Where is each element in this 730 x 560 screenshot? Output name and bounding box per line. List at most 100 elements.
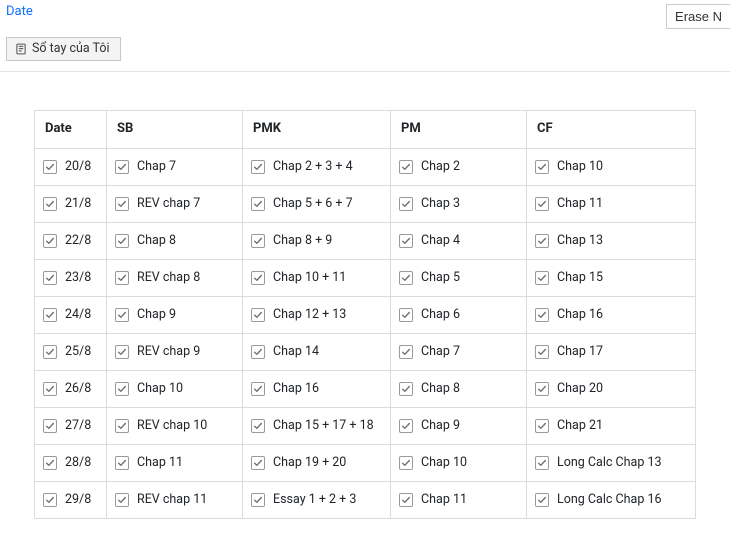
cell-text: Chap 21 — [557, 418, 603, 433]
checkbox-icon[interactable] — [115, 160, 129, 174]
checkbox-icon[interactable] — [251, 308, 265, 322]
checkbox-icon[interactable] — [43, 493, 57, 507]
checkbox-icon[interactable] — [251, 345, 265, 359]
cell-date: 24/8 — [35, 297, 107, 334]
cell-text: Chap 7 — [421, 344, 460, 359]
column-header: PMK — [243, 111, 391, 149]
checkbox-icon[interactable] — [251, 493, 265, 507]
checkbox-icon[interactable] — [43, 271, 57, 285]
cell-text: REV chap 7 — [137, 196, 200, 211]
checkbox-icon[interactable] — [399, 234, 413, 248]
cell-sb: REV chap 9 — [107, 334, 243, 371]
cell-text: Chap 11 — [557, 196, 603, 211]
cell-date: 25/8 — [35, 334, 107, 371]
cell-pmk: Chap 10 + 11 — [243, 260, 391, 297]
cell-text: Chap 10 — [421, 455, 467, 470]
cell-pmk: Chap 2 + 3 + 4 — [243, 149, 391, 186]
checkbox-icon[interactable] — [399, 271, 413, 285]
cell-date: 27/8 — [35, 408, 107, 445]
cell-text: Chap 12 + 13 — [273, 307, 346, 322]
checkbox-icon[interactable] — [115, 382, 129, 396]
checkbox-icon[interactable] — [115, 419, 129, 433]
checkbox-icon[interactable] — [399, 308, 413, 322]
cell-date: 26/8 — [35, 371, 107, 408]
checkbox-icon[interactable] — [535, 382, 549, 396]
checkbox-icon[interactable] — [115, 493, 129, 507]
checkbox-icon[interactable] — [115, 308, 129, 322]
cell-text: Chap 15 — [557, 270, 603, 285]
cell-sb: REV chap 8 — [107, 260, 243, 297]
cell-text: Chap 17 — [557, 344, 603, 359]
checkbox-icon[interactable] — [115, 197, 129, 211]
cell-pm: Chap 2 — [391, 149, 527, 186]
cell-text: Chap 16 — [273, 381, 319, 396]
checkbox-icon[interactable] — [399, 456, 413, 470]
cell-cf: Chap 17 — [527, 334, 696, 371]
checkbox-icon[interactable] — [399, 419, 413, 433]
my-notebook-tab[interactable]: Sổ tay của Tôi — [6, 37, 121, 61]
checkbox-icon[interactable] — [43, 308, 57, 322]
checkbox-icon[interactable] — [251, 271, 265, 285]
table-row: 28/8 Chap 11 Chap 19 + 20 Chap 10 Long Calc … — [35, 445, 696, 482]
checkbox-icon[interactable] — [535, 308, 549, 322]
cell-sb: REV chap 7 — [107, 186, 243, 223]
checkbox-icon[interactable] — [399, 197, 413, 211]
checkbox-icon[interactable] — [43, 345, 57, 359]
checkbox-icon[interactable] — [399, 382, 413, 396]
checkbox-icon[interactable] — [535, 493, 549, 507]
checkbox-icon[interactable] — [251, 419, 265, 433]
cell-text: Chap 10 — [557, 159, 603, 174]
cell-text: Chap 13 — [557, 233, 603, 248]
checkbox-icon[interactable] — [399, 493, 413, 507]
cell-pm: Chap 6 — [391, 297, 527, 334]
checkbox-icon[interactable] — [43, 419, 57, 433]
cell-text: Chap 5 + 6 + 7 — [273, 196, 353, 211]
cell-text: Chap 8 + 9 — [273, 233, 332, 248]
table-row: 20/8Chap 7Chap 2 + 3 + 4Chap 2Chap 10 — [35, 149, 696, 186]
date-link[interactable]: Date — [6, 4, 33, 19]
checkbox-icon[interactable] — [535, 197, 549, 211]
cell-text: Chap 5 — [421, 270, 460, 285]
checkbox-icon[interactable] — [43, 456, 57, 470]
cell-pm: Chap 9 — [391, 408, 527, 445]
checkbox-icon[interactable] — [399, 160, 413, 174]
checkbox-icon[interactable] — [43, 382, 57, 396]
checkbox-icon[interactable] — [115, 456, 129, 470]
checkbox-icon[interactable] — [43, 160, 57, 174]
checkbox-icon[interactable] — [251, 234, 265, 248]
checkbox-icon[interactable] — [535, 234, 549, 248]
cell-pm: Chap 8 — [391, 371, 527, 408]
erase-button[interactable]: Erase N — [666, 4, 730, 29]
cell-sb: Chap 9 — [107, 297, 243, 334]
checkbox-icon[interactable] — [535, 345, 549, 359]
cell-date: 21/8 — [35, 186, 107, 223]
cell-pmk: Chap 8 + 9 — [243, 223, 391, 260]
cell-text: 28/8 — [65, 455, 91, 470]
table-row: 29/8REV chap 11Essay 1 + 2 + 3Chap 11Lon… — [35, 482, 696, 519]
cell-cf: Chap 15 — [527, 260, 696, 297]
cell-sb: Chap 11 — [107, 445, 243, 482]
checkbox-icon[interactable] — [115, 345, 129, 359]
checkbox-icon[interactable] — [535, 160, 549, 174]
checkbox-icon[interactable] — [251, 197, 265, 211]
checkbox-icon[interactable] — [535, 419, 549, 433]
checkbox-icon[interactable] — [115, 271, 129, 285]
cell-text: 22/8 — [65, 233, 91, 248]
checkbox-icon[interactable] — [399, 345, 413, 359]
checkbox-icon[interactable] — [251, 382, 265, 396]
cell-text: 25/8 — [65, 344, 91, 359]
cell-pm: Chap 5 — [391, 260, 527, 297]
checkbox-icon[interactable] — [535, 271, 549, 285]
checkbox-icon[interactable] — [43, 234, 57, 248]
cell-text: Long Calc Chap 13 — [557, 455, 662, 470]
checkbox-icon[interactable] — [43, 197, 57, 211]
cell-sb: REV chap 10 — [107, 408, 243, 445]
checkbox-icon[interactable] — [251, 456, 265, 470]
checkbox-icon[interactable] — [115, 234, 129, 248]
cell-sb: Chap 8 — [107, 223, 243, 260]
checkbox-icon[interactable] — [535, 456, 549, 470]
table-row: 25/8REV chap 9Chap 14Chap 7Chap 17 — [35, 334, 696, 371]
checkbox-icon[interactable] — [251, 160, 265, 174]
cell-text: Chap 19 + 20 — [273, 455, 346, 470]
cell-date: 28/8 — [35, 445, 107, 482]
